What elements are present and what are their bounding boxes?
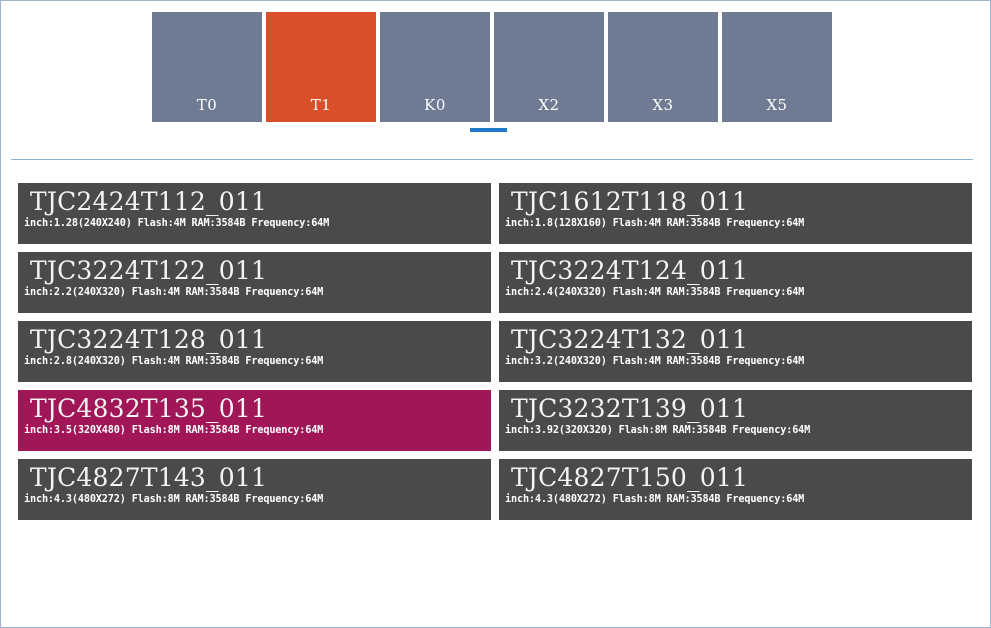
device-spec: inch:4.3(480X272) Flash:8M RAM:3584B Fre… bbox=[24, 494, 324, 505]
device-model: TJC3224T132_011 bbox=[511, 325, 749, 354]
tab-label: T1 bbox=[310, 96, 332, 114]
device-model: TJC2424T112_011 bbox=[30, 187, 268, 216]
device-spec: inch:4.3(480X272) Flash:8M RAM:3584B Fre… bbox=[505, 494, 805, 505]
tab-k0[interactable]: K0 bbox=[380, 12, 490, 122]
device-card[interactable]: TJC3224T124_011 inch:2.4(240X320) Flash:… bbox=[499, 252, 972, 313]
device-model: TJC4827T150_011 bbox=[511, 463, 749, 492]
device-card[interactable]: TJC4827T143_011 inch:4.3(480X272) Flash:… bbox=[18, 459, 491, 520]
device-card[interactable]: TJC4832T135_011 inch:3.5(320X480) Flash:… bbox=[18, 390, 491, 451]
device-card[interactable]: TJC2424T112_011 inch:1.28(240X240) Flash… bbox=[18, 183, 491, 244]
tab-label: X2 bbox=[538, 96, 560, 114]
device-card[interactable]: TJC1612T118_011 inch:1.8(128X160) Flash:… bbox=[499, 183, 972, 244]
device-model: TJC3224T122_011 bbox=[30, 256, 268, 285]
device-card[interactable]: TJC3232T139_011 inch:3.92(320X320) Flash… bbox=[499, 390, 972, 451]
device-model: TJC3224T128_011 bbox=[30, 325, 268, 354]
device-model: TJC1612T118_011 bbox=[511, 187, 749, 216]
divider bbox=[11, 159, 973, 160]
page-indicator bbox=[470, 128, 507, 132]
device-model: TJC3224T124_011 bbox=[511, 256, 749, 285]
device-spec: inch:2.4(240X320) Flash:4M RAM:3584B Fre… bbox=[505, 287, 805, 298]
device-card[interactable]: TJC3224T122_011 inch:2.2(240X320) Flash:… bbox=[18, 252, 491, 313]
device-card[interactable]: TJC3224T132_011 inch:3.2(240X320) Flash:… bbox=[499, 321, 972, 382]
tab-label: K0 bbox=[424, 96, 446, 114]
tab-t1[interactable]: T1 bbox=[266, 12, 376, 122]
device-spec: inch:1.8(128X160) Flash:4M RAM:3584B Fre… bbox=[505, 218, 805, 229]
device-spec: inch:2.2(240X320) Flash:4M RAM:3584B Fre… bbox=[24, 287, 324, 298]
device-grid: TJC2424T112_011 inch:1.28(240X240) Flash… bbox=[18, 183, 972, 520]
tab-label: T0 bbox=[196, 96, 218, 114]
device-spec: inch:3.5(320X480) Flash:8M RAM:3584B Fre… bbox=[24, 425, 324, 436]
device-spec: inch:3.92(320X320) Flash:8M RAM:3584B Fr… bbox=[505, 425, 811, 436]
tab-label: X5 bbox=[766, 96, 788, 114]
device-card[interactable]: TJC4827T150_011 inch:4.3(480X272) Flash:… bbox=[499, 459, 972, 520]
device-spec: inch:1.28(240X240) Flash:4M RAM:3584B Fr… bbox=[24, 218, 330, 229]
tab-t0[interactable]: T0 bbox=[152, 12, 262, 122]
tab-label: X3 bbox=[652, 96, 674, 114]
tab-x2[interactable]: X2 bbox=[494, 12, 604, 122]
device-spec: inch:2.8(240X320) Flash:4M RAM:3584B Fre… bbox=[24, 356, 324, 367]
device-model: TJC3232T139_011 bbox=[511, 394, 749, 423]
device-spec: inch:3.2(240X320) Flash:4M RAM:3584B Fre… bbox=[505, 356, 805, 367]
device-model: TJC4832T135_011 bbox=[30, 394, 268, 423]
tab-x3[interactable]: X3 bbox=[608, 12, 718, 122]
tab-x5[interactable]: X5 bbox=[722, 12, 832, 122]
series-tab-bar: T0 T1 K0 X2 X3 X5 bbox=[152, 12, 832, 122]
device-model: TJC4827T143_011 bbox=[30, 463, 268, 492]
device-card[interactable]: TJC3224T128_011 inch:2.8(240X320) Flash:… bbox=[18, 321, 491, 382]
